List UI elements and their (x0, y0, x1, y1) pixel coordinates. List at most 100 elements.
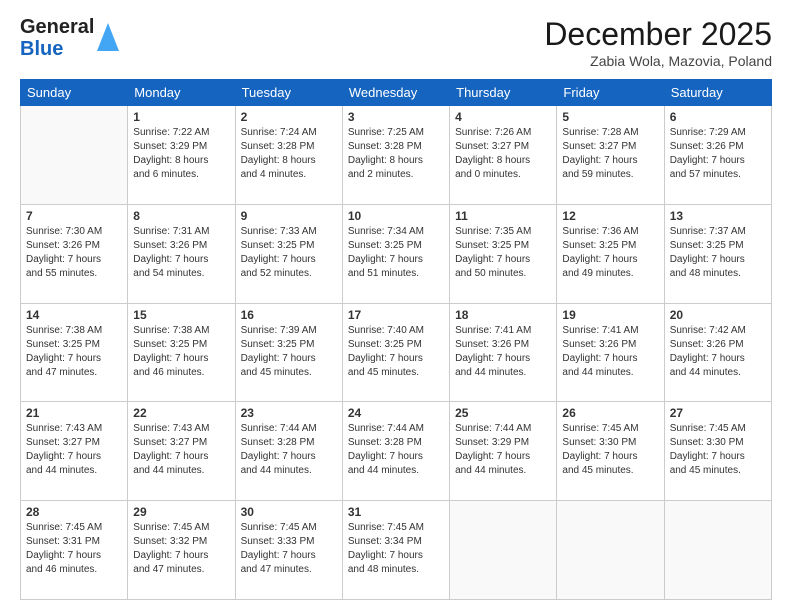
day-number: 12 (562, 209, 658, 223)
title-block: December 2025 Zabia Wola, Mazovia, Polan… (544, 16, 772, 69)
week-row-5: 28 Sunrise: 7:45 AM Sunset: 3:31 PM Dayli… (21, 501, 772, 600)
day-number: 18 (455, 308, 551, 322)
calendar-table: Sunday Monday Tuesday Wednesday Thursday… (20, 79, 772, 600)
day-number: 5 (562, 110, 658, 124)
week-row-3: 14Sunrise: 7:38 AM Sunset: 3:25 PM Dayli… (21, 303, 772, 402)
day-number: 30 (241, 505, 337, 519)
day-info: Sunrise: 7:26 AM Sunset: 3:27 PM Dayligh… (455, 126, 551, 182)
calendar-cell: 19 Sunrise: 7:41 AM Sunset: 3:26 PM Dayli… (557, 303, 664, 402)
day-info: Sunrise: 7:45 AM Sunset: 3:33 PM Dayligh… (241, 521, 337, 577)
day-info: Sunrise: 7:36 AM Sunset: 3:25 PM Dayligh… (562, 225, 658, 281)
calendar-cell (557, 501, 664, 600)
day-info: Sunrise: 7:45 AM Sunset: 3:32 PM Dayligh… (133, 521, 229, 577)
day-info: Sunrise: 7:44 AM Sunset: 3:28 PM Dayligh… (241, 422, 337, 478)
calendar-cell: 4 Sunrise: 7:26 AM Sunset: 3:27 PM Daylig… (450, 106, 557, 205)
week-row-4: 21 Sunrise: 7:43 AM Sunset: 3:27 PM Dayli… (21, 402, 772, 501)
col-sunday: Sunday (21, 80, 128, 106)
day-number: 16 (241, 308, 337, 322)
day-info: Sunrise: 7:41 AM Sunset: 3:26 PM Dayligh… (562, 324, 658, 380)
calendar-cell (664, 501, 771, 600)
day-info: Sunrise: 7:37 AM Sunset: 3:25 PM Dayligh… (670, 225, 766, 281)
day-number: 9 (241, 209, 337, 223)
calendar-cell: 6 Sunrise: 7:29 AM Sunset: 3:26 PM Daylig… (664, 106, 771, 205)
calendar-header-row: Sunday Monday Tuesday Wednesday Thursday… (21, 80, 772, 106)
day-info: Sunrise: 7:28 AM Sunset: 3:27 PM Dayligh… (562, 126, 658, 182)
day-info: Sunrise: 7:41 AM Sunset: 3:26 PM Dayligh… (455, 324, 551, 380)
logo-blue: Blue (20, 38, 63, 60)
day-number: 25 (455, 406, 551, 420)
day-number: 20 (670, 308, 766, 322)
day-number: 4 (455, 110, 551, 124)
day-info: Sunrise: 7:38 AM Sunset: 3:25 PM Dayligh… (26, 324, 122, 380)
calendar-cell: 12 Sunrise: 7:36 AM Sunset: 3:25 PM Dayli… (557, 204, 664, 303)
day-info: Sunrise: 7:45 AM Sunset: 3:34 PM Dayligh… (348, 521, 444, 577)
calendar-cell: 27 Sunrise: 7:45 AM Sunset: 3:30 PM Dayli… (664, 402, 771, 501)
calendar-cell: 8Sunrise: 7:31 AM Sunset: 3:26 PM Daylig… (128, 204, 235, 303)
day-info: Sunrise: 7:44 AM Sunset: 3:28 PM Dayligh… (348, 422, 444, 478)
col-monday: Monday (128, 80, 235, 106)
calendar-cell: 15 Sunrise: 7:38 AM Sunset: 3:25 PM Dayli… (128, 303, 235, 402)
calendar-cell: 5 Sunrise: 7:28 AM Sunset: 3:27 PM Daylig… (557, 106, 664, 205)
day-info: Sunrise: 7:44 AM Sunset: 3:29 PM Dayligh… (455, 422, 551, 478)
header: General Blue December 2025 Zabia Wola, M… (20, 16, 772, 69)
calendar-cell: 29 Sunrise: 7:45 AM Sunset: 3:32 PM Dayli… (128, 501, 235, 600)
day-number: 3 (348, 110, 444, 124)
day-info: Sunrise: 7:45 AM Sunset: 3:31 PM Dayligh… (26, 521, 122, 577)
logo: General Blue (20, 16, 119, 60)
day-number: 15 (133, 308, 229, 322)
calendar-cell (21, 106, 128, 205)
day-number: 2 (241, 110, 337, 124)
logo-text: General Blue (20, 16, 94, 60)
day-number: 24 (348, 406, 444, 420)
calendar-cell: 22Sunrise: 7:43 AM Sunset: 3:27 PM Dayli… (128, 402, 235, 501)
day-info: Sunrise: 7:45 AM Sunset: 3:30 PM Dayligh… (670, 422, 766, 478)
calendar-cell: 10Sunrise: 7:34 AM Sunset: 3:25 PM Dayli… (342, 204, 449, 303)
day-info: Sunrise: 7:42 AM Sunset: 3:26 PM Dayligh… (670, 324, 766, 380)
day-number: 29 (133, 505, 229, 519)
calendar-cell: 26Sunrise: 7:45 AM Sunset: 3:30 PM Dayli… (557, 402, 664, 501)
day-number: 17 (348, 308, 444, 322)
page: General Blue December 2025 Zabia Wola, M… (0, 0, 792, 612)
day-info: Sunrise: 7:38 AM Sunset: 3:25 PM Dayligh… (133, 324, 229, 380)
calendar-cell: 20 Sunrise: 7:42 AM Sunset: 3:26 PM Dayli… (664, 303, 771, 402)
calendar-cell: 17Sunrise: 7:40 AM Sunset: 3:25 PM Dayli… (342, 303, 449, 402)
day-number: 27 (670, 406, 766, 420)
day-info: Sunrise: 7:30 AM Sunset: 3:26 PM Dayligh… (26, 225, 122, 281)
calendar-cell: 11 Sunrise: 7:35 AM Sunset: 3:25 PM Dayli… (450, 204, 557, 303)
month-title: December 2025 (544, 16, 772, 53)
day-info: Sunrise: 7:25 AM Sunset: 3:28 PM Dayligh… (348, 126, 444, 182)
day-number: 21 (26, 406, 122, 420)
day-info: Sunrise: 7:35 AM Sunset: 3:25 PM Dayligh… (455, 225, 551, 281)
calendar-cell (450, 501, 557, 600)
day-info: Sunrise: 7:24 AM Sunset: 3:28 PM Dayligh… (241, 126, 337, 182)
logo-general: General (20, 16, 94, 38)
calendar-cell: 25 Sunrise: 7:44 AM Sunset: 3:29 PM Dayli… (450, 402, 557, 501)
day-number: 6 (670, 110, 766, 124)
col-tuesday: Tuesday (235, 80, 342, 106)
day-number: 31 (348, 505, 444, 519)
day-number: 7 (26, 209, 122, 223)
calendar-cell: 1 Sunrise: 7:22 AM Sunset: 3:29 PM Daylig… (128, 106, 235, 205)
day-number: 11 (455, 209, 551, 223)
calendar-cell: 14Sunrise: 7:38 AM Sunset: 3:25 PM Dayli… (21, 303, 128, 402)
day-number: 23 (241, 406, 337, 420)
calendar-cell: 30 Sunrise: 7:45 AM Sunset: 3:33 PM Dayli… (235, 501, 342, 600)
col-wednesday: Wednesday (342, 80, 449, 106)
day-info: Sunrise: 7:31 AM Sunset: 3:26 PM Dayligh… (133, 225, 229, 281)
day-info: Sunrise: 7:33 AM Sunset: 3:25 PM Dayligh… (241, 225, 337, 281)
day-number: 22 (133, 406, 229, 420)
week-row-1: 1 Sunrise: 7:22 AM Sunset: 3:29 PM Daylig… (21, 106, 772, 205)
day-info: Sunrise: 7:43 AM Sunset: 3:27 PM Dayligh… (26, 422, 122, 478)
day-number: 1 (133, 110, 229, 124)
day-number: 28 (26, 505, 122, 519)
day-number: 13 (670, 209, 766, 223)
day-info: Sunrise: 7:34 AM Sunset: 3:25 PM Dayligh… (348, 225, 444, 281)
day-info: Sunrise: 7:22 AM Sunset: 3:29 PM Dayligh… (133, 126, 229, 182)
week-row-2: 7 Sunrise: 7:30 AM Sunset: 3:26 PM Daylig… (21, 204, 772, 303)
day-info: Sunrise: 7:29 AM Sunset: 3:26 PM Dayligh… (670, 126, 766, 182)
calendar-cell: 13 Sunrise: 7:37 AM Sunset: 3:25 PM Dayli… (664, 204, 771, 303)
day-number: 19 (562, 308, 658, 322)
calendar-cell: 3 Sunrise: 7:25 AM Sunset: 3:28 PM Daylig… (342, 106, 449, 205)
calendar-cell: 23 Sunrise: 7:44 AM Sunset: 3:28 PM Dayli… (235, 402, 342, 501)
location: Zabia Wola, Mazovia, Poland (544, 53, 772, 69)
